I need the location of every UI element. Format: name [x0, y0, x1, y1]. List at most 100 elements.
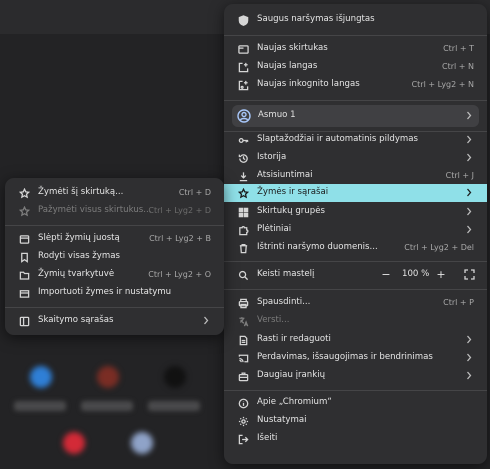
zoom-icon [237, 269, 249, 281]
bookmark-all-tabs-label: Pažymėti visus skirtukus... [38, 205, 152, 215]
shortcut-tile-icon[interactable] [131, 432, 153, 454]
toolbox-icon [237, 370, 249, 382]
gear-icon [237, 415, 249, 427]
show-all-bookmarks-item[interactable]: Rodyti visas žymas [5, 248, 224, 266]
zoom-value: 100 % [402, 269, 430, 279]
reading-list-item[interactable]: Skaitymo sąrašas [5, 312, 224, 330]
bookmarks-submenu: Žymėti šį skirtuką... Ctrl + D Pažymėti … [5, 178, 224, 335]
hide-bookmarks-bar-item[interactable]: Slėpti žymių juostą Ctrl + Lyg2 + B [5, 230, 224, 248]
passwords-label: Slaptažodžiai ir automatinis pildymas [257, 134, 419, 144]
fullscreen-icon[interactable] [464, 269, 475, 280]
avatar-icon [237, 109, 251, 123]
incognito-label: Naujas inkognito langas [257, 79, 360, 89]
new-window-icon [237, 61, 249, 73]
print-item[interactable]: Spausdinti... Ctrl + P [224, 294, 487, 312]
shortcut-tile-icon[interactable] [97, 366, 119, 388]
profile-label: Asmuo 1 [258, 110, 296, 120]
shortcut-tile-label [81, 401, 133, 411]
document-icon [237, 334, 249, 346]
settings-label: Nustatymai [257, 415, 307, 425]
bookmarks-bar-icon [18, 233, 30, 245]
show-all-bookmarks-label: Rodyti visas žymas [38, 251, 121, 261]
profile-item[interactable]: Asmuo 1 [232, 105, 479, 127]
zoom-item: Keisti mastelį − 100 % + [224, 266, 487, 284]
extensions-label: Plėtiniai [257, 224, 292, 234]
chevron-right-icon [465, 110, 473, 121]
bookmarks-label: Žymės ir sąrašai [257, 187, 329, 197]
chevron-right-icon [465, 352, 473, 363]
chevron-right-icon [465, 187, 473, 198]
bookmark-all-tabs-item: Pažymėti visus skirtukus... Ctrl + Lyg2 … [5, 202, 224, 220]
shortcut-tile-label [14, 401, 66, 411]
settings-item[interactable]: Nustatymai [224, 412, 487, 430]
incognito-window-item[interactable]: Naujas inkognito langas Ctrl + Lyg2 + N [224, 76, 487, 94]
zoom-in-button[interactable]: + [434, 268, 448, 282]
about-item[interactable]: Apie „Chromium“ [224, 394, 487, 412]
cast-icon [237, 352, 249, 364]
separator [5, 307, 224, 308]
find-edit-label: Rasti ir redaguoti [257, 334, 331, 344]
translate-icon [237, 315, 249, 327]
star-icon [18, 205, 30, 217]
separator [224, 289, 487, 290]
new-tab-shortcut: Ctrl + T [443, 43, 474, 53]
history-item[interactable]: Istorija [224, 149, 487, 167]
new-window-label: Naujas langas [257, 61, 318, 71]
tab-groups-item[interactable]: Skirtukų grupės [224, 203, 487, 221]
bookmark-manager-item[interactable]: Žymių tvarkytuvė Ctrl + Lyg2 + O [5, 266, 224, 284]
history-label: Istorija [257, 152, 287, 162]
new-tab-label: Naujas skirtukas [257, 43, 328, 53]
puzzle-icon [237, 224, 249, 236]
shortcut-tile-label [148, 401, 200, 411]
chevron-right-icon [465, 334, 473, 345]
translate-item: Versti... [224, 312, 487, 330]
download-icon [237, 170, 249, 182]
print-shortcut: Ctrl + P [443, 297, 474, 307]
zoom-out-button[interactable]: − [379, 268, 393, 282]
guest-status-item[interactable]: Saugus naršymas išjungtas [224, 11, 487, 29]
new-window-item[interactable]: Naujas langas Ctrl + N [224, 58, 487, 76]
separator [224, 100, 487, 101]
about-label: Apie „Chromium“ [257, 397, 332, 407]
bookmark-manager-shortcut: Ctrl + Lyg2 + O [148, 269, 211, 279]
shortcut-tile-icon[interactable] [63, 432, 85, 454]
exit-label: Išeiti [257, 433, 278, 443]
shortcut-tile-icon[interactable] [30, 366, 52, 388]
shield-icon [237, 14, 249, 26]
info-icon [237, 397, 249, 409]
exit-item[interactable]: Išeiti [224, 430, 487, 448]
chevron-right-icon [465, 152, 473, 163]
bookmark-this-tab-shortcut: Ctrl + D [178, 187, 211, 197]
chevron-right-icon [465, 206, 473, 217]
chevron-right-icon [465, 370, 473, 381]
hide-bookmarks-bar-label: Slėpti žymių juostą [38, 233, 120, 243]
downloads-shortcut: Ctrl + J [445, 170, 474, 180]
reading-list-label: Skaitymo sąrašas [38, 315, 114, 325]
tab-groups-icon [237, 206, 249, 218]
more-tools-item[interactable]: Daugiau įrankių [224, 367, 487, 385]
import-bookmarks-item[interactable]: Importuoti žymes ir nustatymu [5, 284, 224, 302]
separator [224, 390, 487, 391]
passwords-item[interactable]: Slaptažodžiai ir automatinis pildymas [224, 131, 487, 149]
trash-icon [237, 242, 249, 254]
separator [5, 225, 224, 226]
import-icon [18, 287, 30, 299]
cast-save-share-item[interactable]: Perdavimas, išsaugojimas ir bendrinimas [224, 349, 487, 367]
folder-icon [18, 269, 30, 281]
bookmark-this-tab-label: Žymėti šį skirtuką... [38, 187, 124, 197]
bookmark-this-tab-item[interactable]: Žymėti šį skirtuką... Ctrl + D [5, 184, 224, 202]
clear-data-shortcut: Ctrl + Lyg2 + Del [404, 242, 474, 252]
chrome-main-menu: Saugus naršymas išjungtas Naujas skirtuk… [224, 4, 487, 464]
downloads-label: Atsisiuntimai [257, 170, 313, 180]
translate-label: Versti... [257, 315, 290, 325]
clear-data-item[interactable]: Ištrinti naršymo duomenis... Ctrl + Lyg2… [224, 239, 487, 257]
shortcut-tile-icon[interactable] [164, 366, 186, 388]
cast-save-share-label: Perdavimas, išsaugojimas ir bendrinimas [257, 352, 433, 362]
downloads-item[interactable]: Atsisiuntimai Ctrl + J [224, 167, 487, 185]
new-window-shortcut: Ctrl + N [441, 61, 474, 71]
find-edit-item[interactable]: Rasti ir redaguoti [224, 331, 487, 349]
bookmarks-item[interactable]: Žymės ir sąrašai [224, 184, 487, 202]
new-tab-icon [237, 43, 249, 55]
new-tab-item[interactable]: Naujas skirtukas Ctrl + T [224, 40, 487, 58]
extensions-item[interactable]: Plėtiniai [224, 221, 487, 239]
